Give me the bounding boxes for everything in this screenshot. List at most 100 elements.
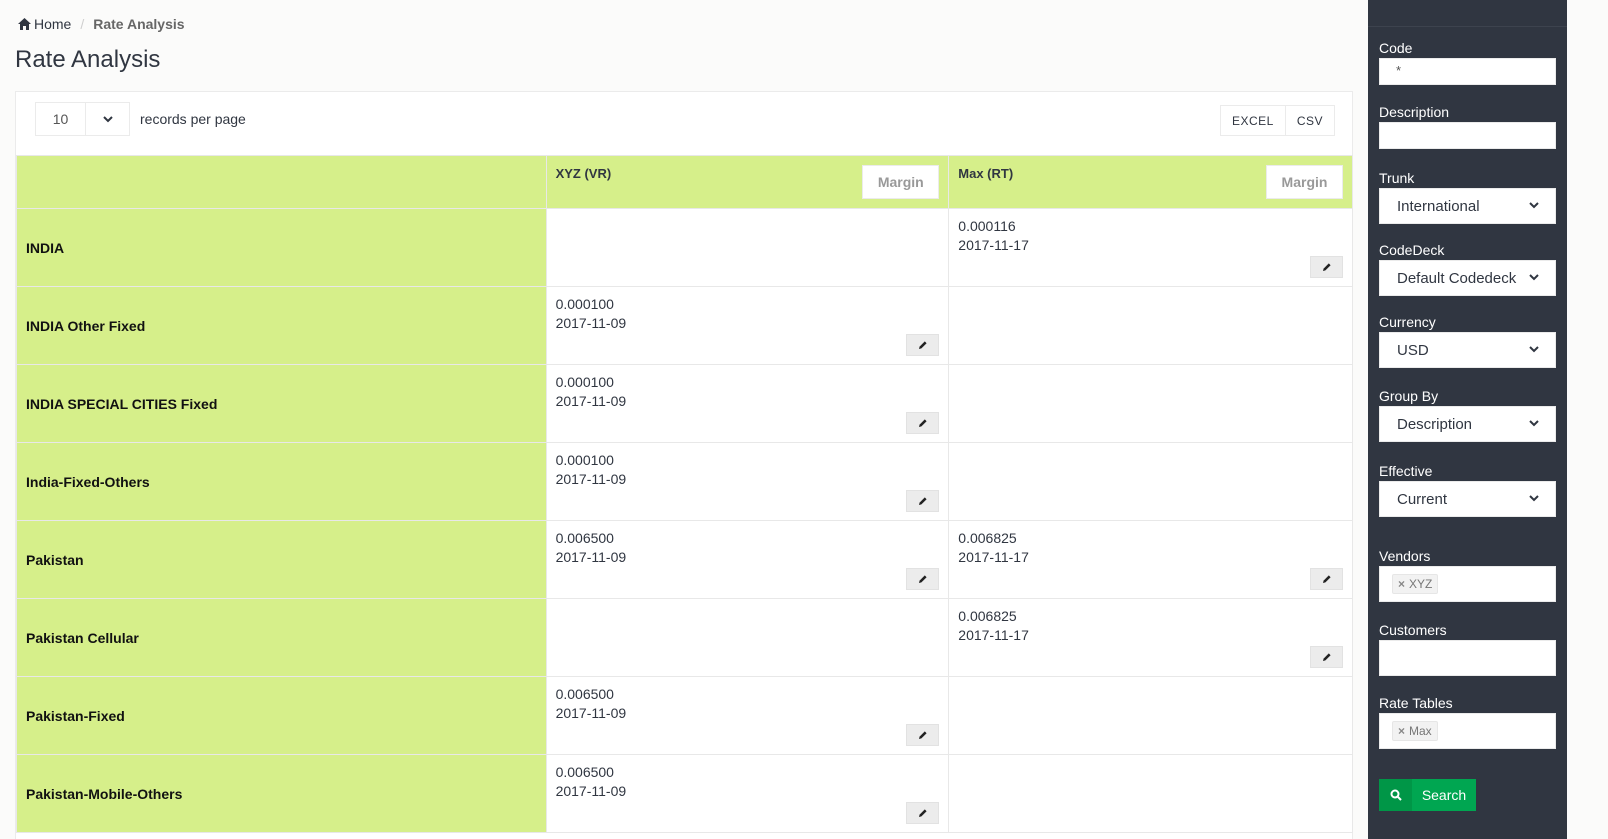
records-per-page-select[interactable]: 10: [35, 102, 130, 136]
rate-value: 0.006500: [555, 530, 614, 546]
chevron-down-icon: [1529, 202, 1539, 209]
rate-cell: 0.006500 2017-11-09: [545, 754, 950, 833]
group-by-filter: Group By Description: [1379, 388, 1556, 442]
breadcrumb-home-label: Home: [34, 16, 72, 32]
pencil-icon: [1322, 575, 1331, 583]
description-label: Description: [1379, 104, 1450, 120]
chevron-down-icon: [1529, 420, 1539, 427]
chevron-down-icon: [1529, 274, 1539, 281]
trunk-filter: Trunk International: [1379, 170, 1556, 224]
vendors-tag-input[interactable]: × XYZ: [1379, 566, 1556, 602]
search-button-label: Search: [1421, 787, 1467, 803]
edit-rate-button[interactable]: [906, 490, 940, 512]
effective-date: 2017-11-09: [555, 393, 627, 409]
edit-rate-button[interactable]: [906, 412, 940, 434]
destination-header: [16, 155, 547, 209]
breadcrumb-separator: /: [80, 16, 85, 32]
rate-table-tag-label: Max: [1409, 724, 1432, 738]
currency-select[interactable]: USD: [1379, 332, 1556, 368]
breadcrumb-home-link[interactable]: Home: [18, 16, 71, 32]
search-button[interactable]: Search: [1379, 779, 1476, 811]
excel-export-button[interactable]: EXCEL: [1219, 105, 1286, 136]
effective-date: 2017-11-17: [958, 549, 1029, 565]
rate-tables-tag-input[interactable]: × Max: [1379, 713, 1556, 749]
filter-sidebar: Code * Description Trunk International C…: [1368, 0, 1608, 839]
vendor-tag[interactable]: × XYZ: [1392, 574, 1439, 594]
records-per-page-label: records per page: [140, 111, 246, 127]
rate-cell: [545, 598, 950, 677]
csv-export-button[interactable]: CSV: [1285, 105, 1335, 136]
effective-date: 2017-11-09: [555, 705, 627, 721]
vendor-tag-label: XYZ: [1409, 577, 1433, 591]
rate-cell: [948, 286, 1353, 365]
effective-filter: Effective Current: [1379, 463, 1556, 517]
records-per-page: 10 records per page: [35, 102, 246, 136]
rate-cell: 0.000100 2017-11-09: [545, 364, 950, 443]
group-by-value: Description: [1397, 415, 1473, 433]
rate-value: 0.006825: [958, 530, 1017, 546]
edit-rate-button[interactable]: [906, 568, 940, 590]
sidebar-edge: [1567, 0, 1608, 839]
pencil-icon: [1322, 263, 1331, 271]
column-header-label: Max (RT): [958, 166, 1014, 181]
margin-button-max[interactable]: Margin: [1266, 165, 1343, 199]
effective-select[interactable]: Current: [1379, 481, 1556, 517]
pencil-icon: [918, 419, 927, 427]
effective-date: 2017-11-09: [555, 315, 627, 331]
rate-table-tag[interactable]: × Max: [1392, 721, 1438, 741]
rate-value: 0.006500: [555, 686, 614, 702]
trunk-label: Trunk: [1379, 170, 1415, 186]
pencil-icon: [918, 341, 927, 349]
rate-cell: 0.000100 2017-11-09: [545, 286, 950, 365]
group-by-label: Group By: [1379, 388, 1439, 404]
edit-rate-button[interactable]: [906, 802, 940, 824]
trunk-select[interactable]: International: [1379, 188, 1556, 224]
edit-rate-button[interactable]: [1310, 256, 1343, 278]
chevron-down-icon: [86, 103, 129, 135]
breadcrumb-current: Rate Analysis: [93, 16, 185, 32]
search-icon: [1379, 779, 1412, 811]
codedeck-value: Default Codedeck: [1397, 269, 1517, 287]
effective-date: 2017-11-09: [555, 783, 627, 799]
pencil-icon: [918, 809, 927, 817]
code-label: Code: [1379, 40, 1413, 56]
rate-value: 0.006825: [958, 608, 1017, 624]
customers-label: Customers: [1379, 622, 1447, 638]
description-input[interactable]: [1379, 122, 1556, 149]
effective-date: 2017-11-17: [958, 627, 1029, 643]
edit-rate-button[interactable]: [1310, 646, 1343, 668]
rate-cell: [948, 676, 1353, 755]
rate-cell: 0.000116 2017-11-17: [948, 208, 1353, 287]
x-icon[interactable]: ×: [1398, 724, 1405, 738]
rate-cell: [948, 754, 1353, 833]
group-by-select[interactable]: Description: [1379, 406, 1556, 442]
destination-cell: Pakistan: [16, 520, 547, 599]
edit-rate-button[interactable]: [906, 724, 940, 746]
export-buttons: EXCEL CSV: [1219, 105, 1335, 136]
records-per-page-value: 10: [36, 103, 86, 135]
customers-tag-input[interactable]: [1379, 640, 1556, 676]
table-row: INDIA 0.000116 2017-11-17: [16, 208, 1353, 287]
rate-cell: [948, 442, 1353, 521]
rate-cell: 0.000100 2017-11-09: [545, 442, 950, 521]
rate-value: 0.000116: [958, 218, 1016, 234]
rate-cell: 0.006500 2017-11-09: [545, 520, 950, 599]
rate-cell: 0.006825 2017-11-17: [948, 598, 1353, 677]
x-icon[interactable]: ×: [1398, 577, 1405, 591]
edit-rate-button[interactable]: [1310, 568, 1343, 590]
destination-cell: Pakistan Cellular: [16, 598, 547, 677]
table-row: INDIA SPECIAL CITIES Fixed 0.000100 2017-1…: [16, 364, 1353, 443]
chevron-down-icon: [1529, 495, 1539, 502]
pencil-icon: [918, 575, 927, 583]
margin-button-xyz[interactable]: Margin: [862, 165, 940, 199]
edit-rate-button[interactable]: [906, 334, 940, 356]
rate-value: 0.000100: [555, 452, 614, 468]
destination-cell: Pakistan-Fixed: [16, 676, 547, 755]
rates-panel: 10 records per page EXCEL CSV XYZ (VR) M…: [15, 91, 1353, 839]
rate-cell: [948, 364, 1353, 443]
home-icon: [18, 18, 31, 30]
codedeck-select[interactable]: Default Codedeck: [1379, 260, 1556, 296]
rate-tables-filter: Rate Tables × Max: [1379, 695, 1556, 749]
code-input[interactable]: *: [1379, 58, 1556, 85]
destination-cell: INDIA Other Fixed: [16, 286, 547, 365]
